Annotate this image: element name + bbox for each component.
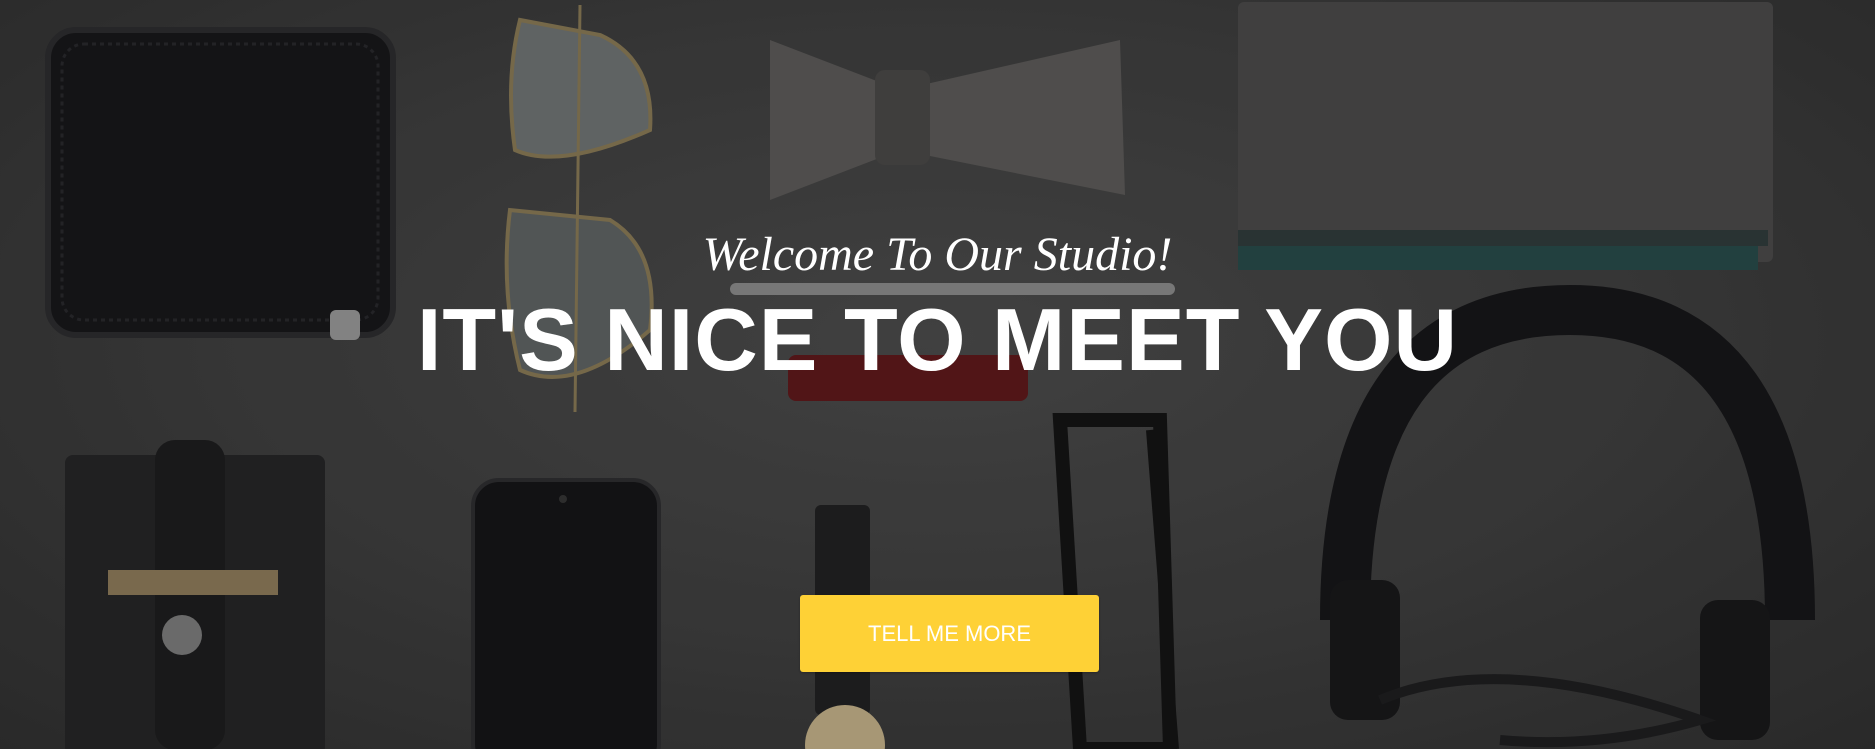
hero-heading: IT'S NICE TO MEET YOU <box>416 290 1459 389</box>
hero-lead-text: Welcome To Our Studio! <box>702 228 1173 281</box>
tell-me-more-button[interactable]: TELL ME MORE <box>800 595 1099 672</box>
hero-section: Welcome To Our Studio! IT'S NICE TO MEET… <box>0 0 1875 749</box>
